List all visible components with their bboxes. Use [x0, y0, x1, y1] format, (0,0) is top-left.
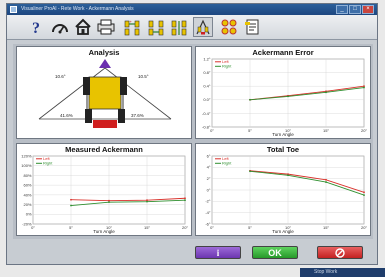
- gauge-icon[interactable]: [50, 17, 70, 37]
- left-percent-value: 41.6%: [60, 113, 73, 118]
- total-toe-chart: 6°4°2°0°-2°-4°-6°0° 5° 10° 15° 20°LeftRight: [205, 153, 367, 230]
- measured-ackermann-xlabel: Turn Angle: [93, 229, 115, 234]
- y-tick-label: 6°: [207, 153, 211, 158]
- y-tick-label: 0.4°: [203, 84, 211, 89]
- y-tick-label: 120%: [21, 153, 32, 158]
- y-tick-label: 1.2°: [203, 56, 211, 61]
- taskbar-item[interactable]: Stop Work: [300, 268, 385, 277]
- y-tick-label: 0.0°: [203, 97, 211, 102]
- y-tick-label: 2°: [207, 176, 211, 181]
- data-point-right: [287, 95, 289, 98]
- total-toe-xlabel: Turn Angle: [272, 229, 294, 234]
- screen: Visualiner ProAl - Rete Work - Ackermann…: [0, 0, 385, 277]
- data-point-right: [184, 199, 186, 202]
- title-bar: Visualiner ProAl - Rete Work - Ackermann…: [7, 4, 377, 15]
- ok-button-label: OK: [268, 247, 282, 258]
- data-point-right: [363, 86, 365, 89]
- y-tick-label: 100%: [21, 163, 32, 168]
- toolbar: ? +: [7, 15, 377, 40]
- ackermann-error-chart: 1.2°0.8°0.4°0.0°-0.4°-0.8°0° 5° 10° 15° 20°L…: [202, 56, 367, 133]
- ok-button[interactable]: OK: [252, 246, 298, 259]
- ackermann-error-panel: Ackermann Error 1.2° 0.8° 0.4° 0.0° -0.4° -0.…: [195, 46, 371, 139]
- data-point-right: [108, 201, 110, 204]
- info-button[interactable]: i: [195, 246, 241, 259]
- help-icon[interactable]: ?: [27, 17, 47, 37]
- data-point-left: [325, 178, 327, 181]
- svg-text:?: ?: [32, 20, 40, 36]
- cancel-icon: [335, 247, 345, 258]
- legend-label: Right: [43, 161, 53, 166]
- data-point-left: [363, 191, 365, 194]
- y-tick-label: 60%: [23, 183, 31, 188]
- y-tick-label: 20%: [23, 202, 31, 207]
- y-tick-label: -0.4°: [202, 111, 211, 116]
- taskbar-label: Stop Work: [314, 269, 338, 275]
- data-point-right: [70, 204, 72, 207]
- window-title: Visualiner ProAl - Rete Work - Ackermann…: [21, 6, 134, 12]
- legend-label: Right: [222, 64, 232, 69]
- svg-text:+: +: [130, 19, 133, 24]
- y-tick-label: 4°: [207, 165, 211, 170]
- wheel-grid-icon[interactable]: [219, 17, 239, 37]
- total-toe-panel: Total Toe 6° 4° 2° 0° -2° -4° -6° 0° 5° 10° 15° 20°…: [195, 143, 371, 236]
- legend-label: Right: [222, 161, 232, 166]
- minimize-button[interactable]: _: [336, 5, 348, 14]
- y-tick-label: 0°: [207, 187, 211, 192]
- report-icon[interactable]: [242, 17, 262, 37]
- bottom-bar: i OK: [7, 240, 377, 264]
- data-point-right: [363, 194, 365, 196]
- content-area: Analysis 10.6° 10.5° 41.6% 37.6% Ackerma…: [13, 44, 373, 239]
- app-icon: [10, 6, 17, 13]
- y-tick-label: 0.8°: [203, 70, 211, 75]
- data-point-right: [325, 91, 327, 94]
- y-tick-label: 0%: [26, 212, 32, 217]
- maximize-button[interactable]: □: [349, 5, 361, 14]
- measured-ackermann-chart: 120%100%80%60%40%20%0%-20%0° 5° 10° 15° 20°L…: [21, 153, 188, 230]
- measured-ackermann-panel: Measured Ackermann 120% 100% 80% 60% 40% 20% 0…: [16, 143, 192, 236]
- left-angle-value: 10.6°: [55, 74, 66, 79]
- info-icon: i: [216, 247, 220, 258]
- y-tick-label: -2°: [205, 199, 211, 204]
- printer-icon[interactable]: [96, 17, 116, 37]
- ackermann-error-xlabel: Turn Angle: [272, 132, 294, 137]
- y-tick-label: 80%: [23, 173, 31, 178]
- y-tick-label: -4°: [205, 210, 211, 215]
- data-point-left: [184, 197, 186, 200]
- close-button[interactable]: ×: [362, 5, 374, 14]
- data-point-right: [249, 98, 251, 101]
- axle-both-icon[interactable]: [169, 17, 189, 37]
- y-tick-label: 40%: [23, 192, 31, 197]
- data-point-right: [249, 170, 251, 173]
- data-point-right: [325, 181, 327, 183]
- data-point-left: [70, 198, 72, 201]
- home-icon[interactable]: [73, 17, 93, 37]
- data-point-right: [287, 174, 289, 177]
- axle-front-icon[interactable]: +: [122, 17, 142, 37]
- app-window: Visualiner ProAl - Rete Work - Ackermann…: [6, 3, 378, 265]
- axle-rear-icon[interactable]: [146, 17, 166, 37]
- analysis-diagram: [38, 59, 172, 128]
- ackermann-tool-icon[interactable]: [193, 17, 213, 37]
- cancel-button[interactable]: [317, 246, 363, 259]
- data-point-right: [146, 200, 148, 203]
- right-angle-value: 10.5°: [138, 74, 149, 79]
- right-percent-value: 37.6%: [131, 113, 144, 118]
- analysis-panel: Analysis 10.6° 10.5° 41.6% 37.6%: [16, 46, 192, 139]
